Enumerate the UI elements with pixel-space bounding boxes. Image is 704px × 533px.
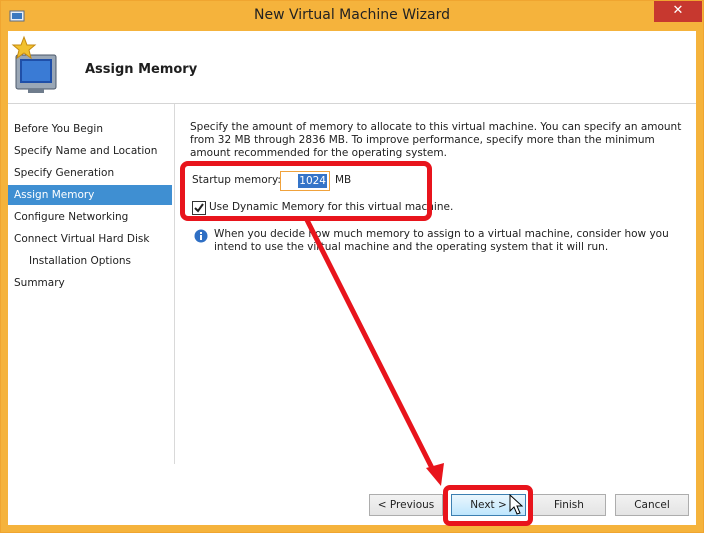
annotation-arrow — [304, 217, 444, 486]
mouse-cursor-icon — [509, 494, 523, 515]
